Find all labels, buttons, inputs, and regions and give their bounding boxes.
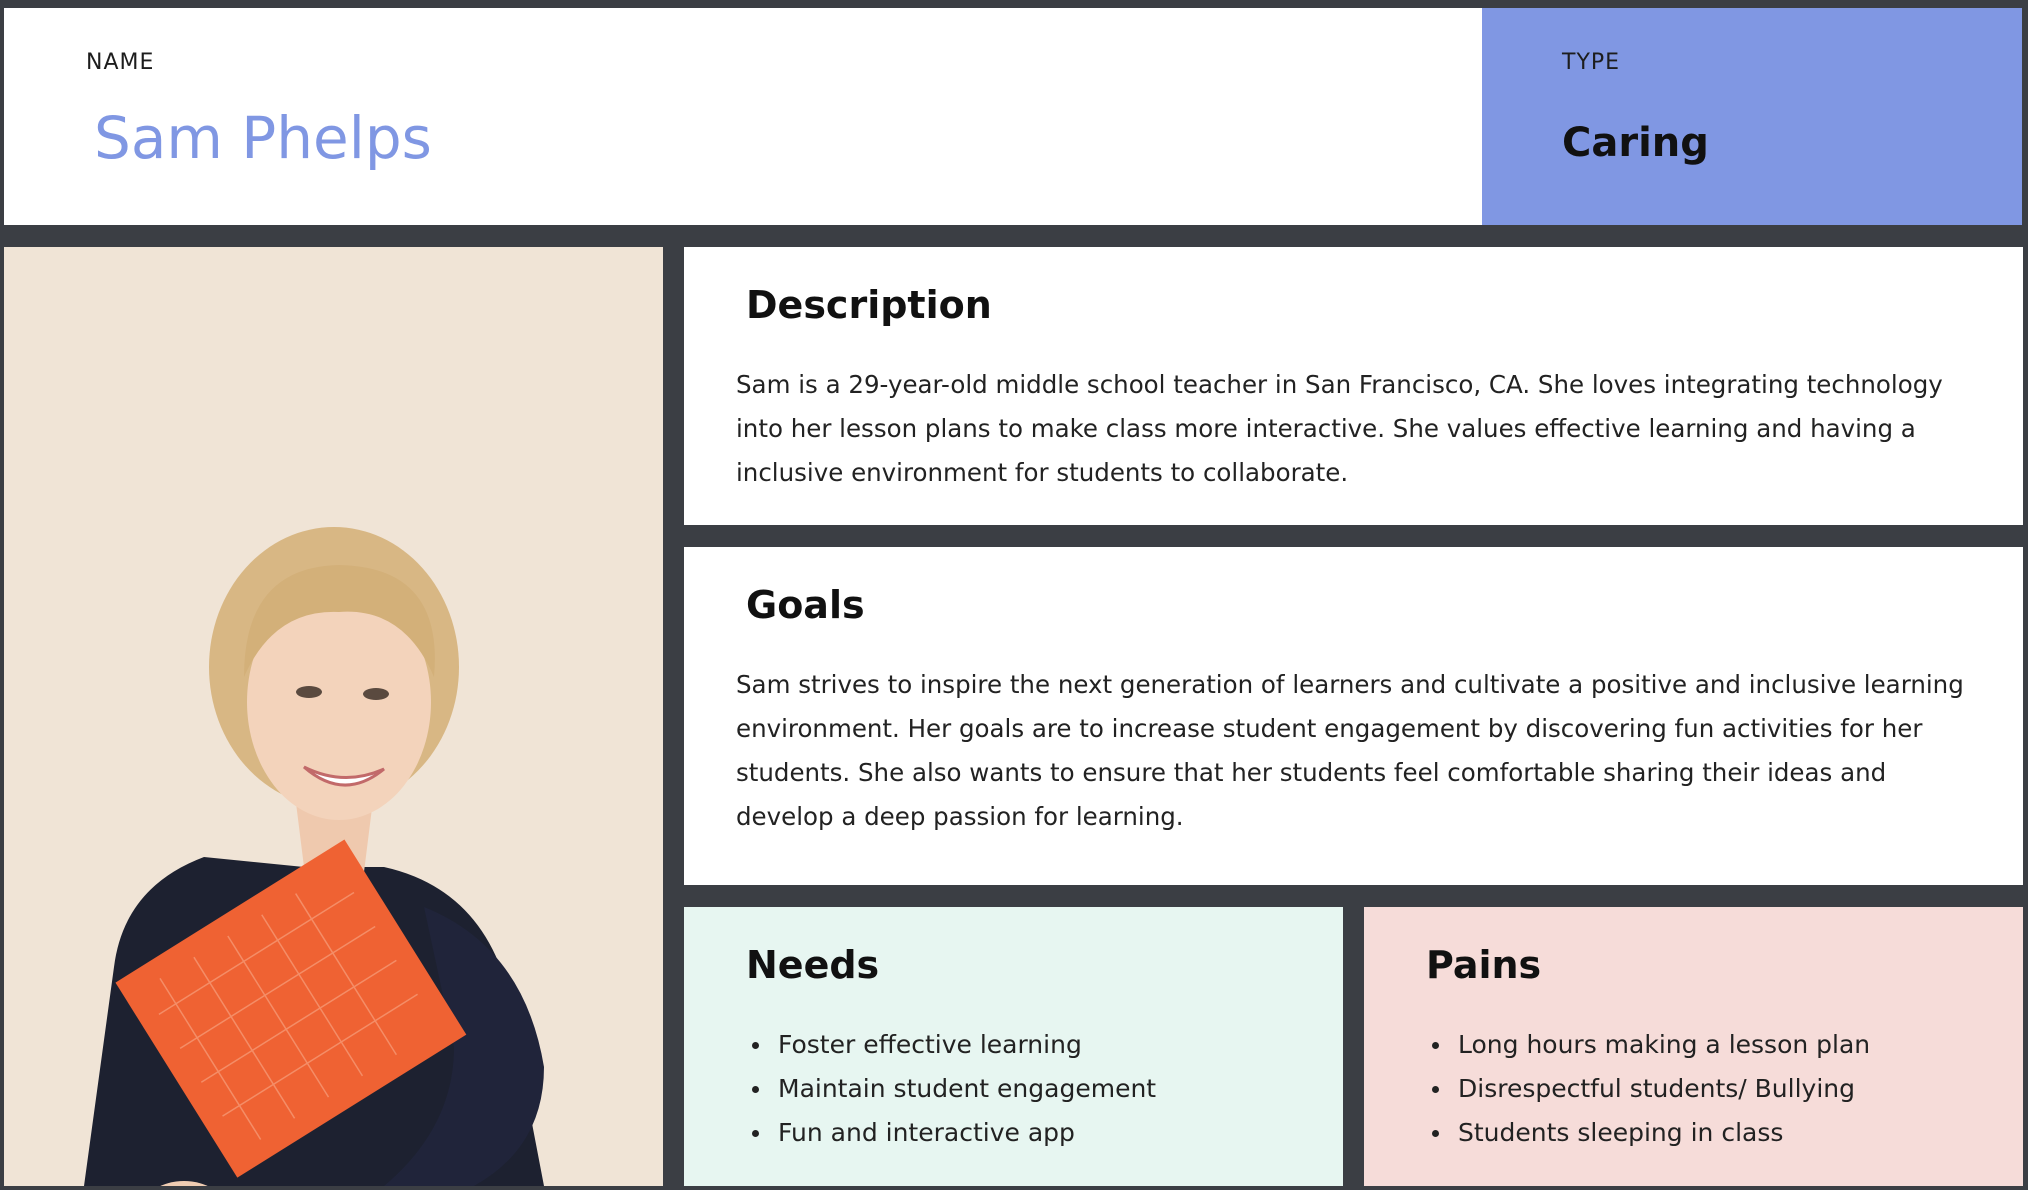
- pains-item: Disrespectful students/ Bullying: [1426, 1067, 1870, 1111]
- goals-heading: Goals: [746, 583, 865, 627]
- needs-item: Fun and interactive app: [746, 1111, 1156, 1155]
- needs-item: Maintain student engagement: [746, 1067, 1156, 1111]
- needs-card: Needs Foster effective learning Maintain…: [684, 907, 1343, 1186]
- needs-list: Foster effective learning Maintain stude…: [746, 1023, 1156, 1155]
- type-panel: TYPE Caring: [1482, 8, 2022, 225]
- description-card: Description Sam is a 29-year-old middle …: [684, 247, 2023, 525]
- name-panel: NAME Sam Phelps: [4, 8, 1482, 225]
- persona-name: Sam Phelps: [94, 104, 432, 172]
- goals-text: Sam strives to inspire the next generati…: [736, 670, 1964, 831]
- description-heading: Description: [746, 283, 992, 327]
- pains-item: Long hours making a lesson plan: [1426, 1023, 1870, 1067]
- needs-heading: Needs: [746, 943, 880, 987]
- pains-item: Students sleeping in class: [1426, 1111, 1870, 1155]
- persona-board: NAME Sam Phelps TYPE Caring Description …: [0, 0, 2028, 1190]
- pains-heading: Pains: [1426, 943, 1542, 987]
- description-text: Sam is a 29-year-old middle school teach…: [736, 370, 1943, 487]
- pains-card: Pains Long hours making a lesson plan Di…: [1364, 907, 2023, 1186]
- type-label: TYPE: [1562, 50, 1621, 75]
- persona-type: Caring: [1562, 120, 1709, 166]
- name-label: NAME: [86, 50, 155, 75]
- needs-item: Foster effective learning: [746, 1023, 1156, 1067]
- pains-list: Long hours making a lesson plan Disrespe…: [1426, 1023, 1870, 1155]
- goals-card: Goals Sam strives to inspire the next ge…: [684, 547, 2023, 885]
- persona-photo: [4, 247, 663, 1186]
- persona-photo-illustration: [4, 247, 663, 1186]
